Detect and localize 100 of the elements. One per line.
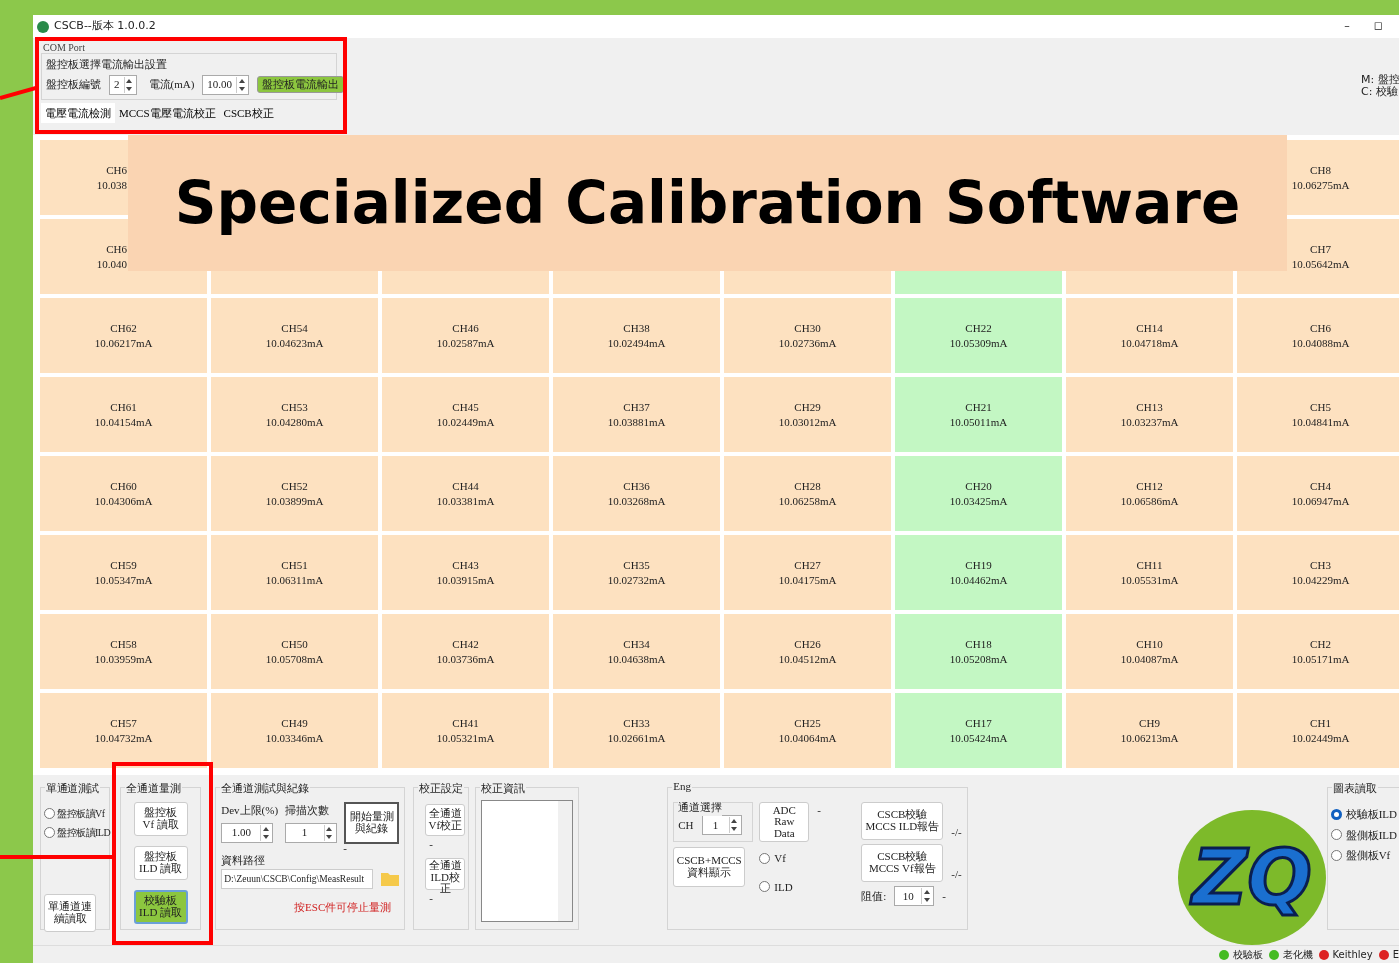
channel-label: CH13 xyxy=(1136,400,1163,415)
banner-title: Specialized Calibration Software xyxy=(128,135,1287,271)
channel-value: 10.06275mA xyxy=(1291,177,1350,192)
channel-label: CH6 xyxy=(1310,321,1331,336)
channel-label: CH29 xyxy=(794,400,821,415)
channel-label: CH50 xyxy=(281,637,308,652)
radio-button[interactable]: 校驗板ILD xyxy=(1330,806,1397,823)
channel-value: 10.04623mA xyxy=(265,335,324,350)
channel-value: 10.02449mA xyxy=(436,414,495,429)
channel-label: CH14 xyxy=(1136,321,1163,336)
radio-button[interactable]: 盤控板讀ILD xyxy=(44,825,111,840)
channel-label: CH6 xyxy=(106,163,127,178)
channel-label: CH34 xyxy=(623,637,650,652)
path-field[interactable]: D:\Zeuun\CSCB\Config\MeasResult xyxy=(221,868,374,889)
number-field[interactable]: 10 xyxy=(894,886,935,906)
status-text: - xyxy=(429,840,434,848)
window-title: CSCB--版本 1.0.0.2 xyxy=(54,18,156,35)
channel-value: 10.05424mA xyxy=(949,730,1008,745)
channel-value: 10.05531mA xyxy=(1120,572,1179,587)
minimize-button[interactable]: – xyxy=(1344,18,1350,35)
channel-value: 10.05171mA xyxy=(1291,651,1350,666)
channel-value: 10.03237mA xyxy=(1120,414,1179,429)
status-label: E xyxy=(1392,948,1399,962)
channel-label: CH37 xyxy=(623,400,650,415)
tab[interactable]: MCCS電壓電流校正 xyxy=(115,102,220,123)
channel-label: CH7 xyxy=(1310,242,1331,257)
channel-value: 10.04638mA xyxy=(607,651,666,666)
channel-value: 10.038 xyxy=(96,177,127,192)
channel-label: CH53 xyxy=(281,400,308,415)
channel-value: 10.04229mA xyxy=(1291,572,1350,587)
tab[interactable]: 電壓電流檢測 xyxy=(41,102,115,123)
report-button[interactable]: CSCB校驗 MCCS Vf報告 xyxy=(861,844,944,882)
start-button[interactable]: 開始量測與紀錄 xyxy=(343,802,400,844)
channel-value: 10.05347mA xyxy=(94,572,153,587)
display-button[interactable]: CSCB+MCCS 資料顯示 xyxy=(673,847,746,887)
channel-value: 10.04462mA xyxy=(949,572,1008,587)
radio-button[interactable]: 盤控板讀Vf xyxy=(44,806,105,821)
channel-value: 10.02732mA xyxy=(607,572,666,587)
read-button[interactable]: 盤控板 Vf 讀取 xyxy=(133,802,188,836)
read-button[interactable]: 單通道連續讀取 xyxy=(44,894,96,932)
number-field[interactable]: 2 xyxy=(109,74,137,95)
channel-label: CH26 xyxy=(794,637,821,652)
scrollbar[interactable] xyxy=(558,801,573,921)
channel-label: CH12 xyxy=(1136,479,1163,494)
channel-value: 10.04841mA xyxy=(1291,414,1350,429)
status-text: - xyxy=(817,803,821,818)
channel-label: CH58 xyxy=(110,637,137,652)
group-title: 圖表讀取 xyxy=(1331,780,1378,797)
radio-button[interactable]: 盤側板ILD xyxy=(1330,826,1397,843)
report-button[interactable]: CSCB校驗 MCCS ILD報告 xyxy=(861,802,944,840)
channel-label: CH22 xyxy=(965,321,992,336)
number-field[interactable]: 1 xyxy=(284,822,337,843)
field-label: Dev上限(%) xyxy=(221,803,279,818)
restore-button[interactable]: ◻ xyxy=(1373,18,1383,35)
output-button[interactable]: 盤控板電流輸出 xyxy=(257,75,345,94)
number-field[interactable]: 1.00 xyxy=(221,822,274,843)
adc-button[interactable]: ADC Raw Data xyxy=(759,802,810,842)
channel-value: 10.02449mA xyxy=(1291,730,1350,745)
channel-value: 10.03881mA xyxy=(607,414,666,429)
channel-label: CH10 xyxy=(1136,637,1163,652)
channel-value: 10.06311mA xyxy=(265,572,324,587)
channel-value: 10.06213mA xyxy=(1120,730,1179,745)
channel-label: CH60 xyxy=(110,479,137,494)
channel-value: 10.02736mA xyxy=(778,335,837,350)
read-button[interactable]: 校驗板 ILD 讀取 xyxy=(133,890,188,924)
channel-label: CH19 xyxy=(965,558,992,573)
radio-button[interactable]: 盤側板Vf xyxy=(1330,847,1397,864)
radio-button[interactable]: ILD xyxy=(759,878,840,895)
channel-label: CH49 xyxy=(281,716,308,731)
group-title: 全通道量測 xyxy=(125,780,182,797)
channel-value: 10.05708mA xyxy=(265,651,324,666)
status-text: - xyxy=(343,844,348,852)
channel-value: 10.03268mA xyxy=(607,493,666,508)
app-icon xyxy=(37,20,49,33)
leader-line xyxy=(0,86,36,100)
field-label: 掃描次數 xyxy=(284,803,330,818)
channel-value: 10.04064mA xyxy=(778,730,837,745)
channel-label: CH1 xyxy=(1310,716,1331,731)
number-field[interactable]: 10.00 xyxy=(202,74,250,95)
channel-value: 10.02661mA xyxy=(607,730,666,745)
calibrate-button[interactable]: 全通道 Vf校正 xyxy=(425,804,466,836)
legend-text: M: 盤控 xyxy=(1361,74,1399,86)
channel-label: CH45 xyxy=(452,400,479,415)
channel-label: CH2 xyxy=(1310,637,1331,652)
read-button[interactable]: 盤控板 ILD 讀取 xyxy=(133,846,188,880)
channel-label: CH41 xyxy=(452,716,479,731)
status-text: -/- xyxy=(951,866,962,882)
tab[interactable]: CSCB校正 xyxy=(219,102,278,123)
channel-label: CH46 xyxy=(452,321,479,336)
channel-label: CH54 xyxy=(281,321,308,336)
status-text: - xyxy=(429,894,434,902)
channel-value: 10.06258mA xyxy=(778,493,837,508)
channel-label: CH51 xyxy=(281,558,308,573)
number-field[interactable]: 1 xyxy=(701,815,742,835)
channel-label: CH35 xyxy=(623,558,650,573)
radio-button[interactable]: Vf xyxy=(759,850,840,867)
text-area[interactable] xyxy=(481,800,574,922)
field-label: CH xyxy=(678,817,694,833)
channel-value: 10.06586mA xyxy=(1120,493,1179,508)
channel-label: CH5 xyxy=(1310,400,1331,415)
